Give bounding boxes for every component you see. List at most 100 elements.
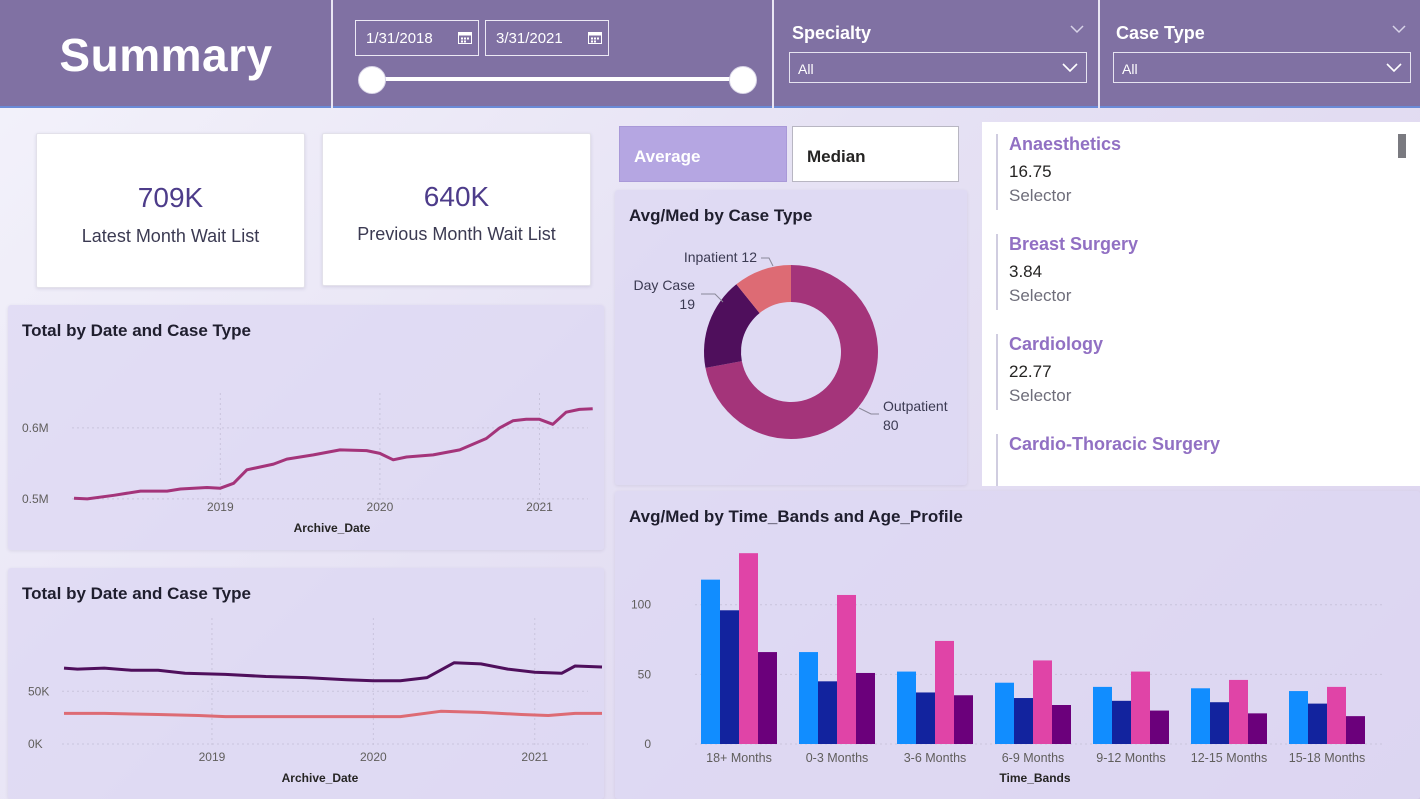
x-tick-label: 6-9 Months <box>1002 751 1065 765</box>
bar-2 <box>1210 702 1229 744</box>
bar-4 <box>1248 713 1267 744</box>
start-date-input[interactable]: 1/31/2018 <box>355 20 479 56</box>
x-tick-label: 2020 <box>367 500 394 514</box>
y-tick-label: 50K <box>28 684 49 698</box>
y-tick-label: 0.5M <box>22 492 49 506</box>
kpi-card-latest: 709K Latest Month Wait List <box>36 133 305 288</box>
donut-value-day-case: 19 <box>679 296 695 312</box>
x-tick-label: 12-15 Months <box>1191 751 1267 765</box>
y-tick-label: 0 <box>644 737 651 751</box>
x-tick-label: 3-6 Months <box>904 751 967 765</box>
chevron-down-icon[interactable] <box>1392 24 1406 34</box>
list-scrollbar[interactable] <box>1398 134 1406 158</box>
x-tick-label: 2021 <box>521 750 548 764</box>
donut-value-outpatient: 80 <box>883 417 899 433</box>
chevron-down-icon <box>1386 63 1402 73</box>
bar-3 <box>739 553 758 744</box>
bar-1 <box>1093 686 1112 744</box>
leader-line <box>858 407 879 415</box>
bar-2 <box>818 681 837 744</box>
specialty-value: 16.75 <box>1009 162 1052 181</box>
specialty-subtitle: Selector <box>1009 386 1072 405</box>
end-date-input[interactable]: 3/31/2021 <box>485 20 609 56</box>
chevron-down-icon[interactable] <box>1070 24 1084 34</box>
specialty-value <box>1009 462 1376 486</box>
bar-1 <box>995 682 1014 744</box>
bar-1 <box>799 652 818 744</box>
bar-4 <box>1150 710 1169 744</box>
y-tick-label: 100 <box>631 598 651 612</box>
slider-end-handle[interactable] <box>729 66 757 94</box>
specialty-filter-label: Specialty <box>792 23 872 43</box>
chevron-down-icon <box>1062 63 1078 73</box>
series-line-1 <box>63 661 603 683</box>
x-tick-label: 2020 <box>360 750 387 764</box>
bar-3 <box>1033 660 1052 744</box>
date-range-slider[interactable] <box>371 77 743 81</box>
kpi-card-previous: 640K Previous Month Wait List <box>322 133 591 286</box>
list-item[interactable]: Anaesthetics 16.75 Selector <box>996 134 1376 210</box>
series-line-1 <box>73 407 593 501</box>
x-tick-label: 15-18 Months <box>1289 751 1365 765</box>
list-item[interactable]: Breast Surgery 3.84 Selector <box>996 234 1376 310</box>
calendar-icon[interactable] <box>588 31 602 44</box>
bar-2 <box>1308 703 1327 744</box>
bar-4 <box>856 672 875 744</box>
header-divider <box>1098 0 1100 108</box>
bar-2 <box>720 610 739 744</box>
specialty-dropdown[interactable]: All <box>789 52 1087 83</box>
list-item[interactable]: Cardio-Thoracic Surgery <box>996 434 1376 486</box>
x-tick-label: 0-3 Months <box>806 751 869 765</box>
bar-1 <box>897 671 916 744</box>
bar-4 <box>758 652 777 744</box>
bar-4 <box>1052 705 1071 744</box>
bar-2 <box>916 692 935 744</box>
donut-chart[interactable]: Outpatient 80 Day Case 19 Inpatient 12 <box>615 190 967 485</box>
line-chart-total[interactable]: 2019 2020 2021 0.5M 0.6M Archive_Date <box>8 305 604 550</box>
bar-chart[interactable]: 0 50 100 18+ Months 0-3 Months 3-6 Months 6-9 … <box>615 491 1420 799</box>
kpi-value: 709K <box>137 182 204 213</box>
kpi-label: Latest Month Wait List <box>81 226 260 246</box>
calendar-icon[interactable] <box>458 31 472 44</box>
case-type-filter-label: Case Type <box>1116 23 1205 43</box>
bar-3 <box>837 594 856 744</box>
header-divider <box>331 0 333 108</box>
median-toggle-button[interactable]: Median <box>792 126 959 182</box>
x-tick-label: 18+ Months <box>706 751 772 765</box>
bar-1 <box>701 579 720 744</box>
x-tick-label: 9-12 Months <box>1096 751 1165 765</box>
x-axis-label: Archive_Date <box>294 521 371 535</box>
line-chart-case-type[interactable]: 2019 2020 2021 0K 50K Archive_Date <box>8 568 604 799</box>
line-chart-panel-total: Total by Date and Case Type 2019 2020 2021… <box>8 305 604 550</box>
kpi-value: 640K <box>423 181 490 212</box>
y-tick-label: 50 <box>638 667 652 681</box>
bar-4 <box>954 695 973 744</box>
specialty-name: Breast Surgery <box>1009 234 1139 254</box>
x-axis-label: Time_Bands <box>999 771 1070 785</box>
average-toggle-button[interactable]: Average <box>619 126 787 182</box>
x-axis-label: Archive_Date <box>282 771 359 785</box>
y-tick-label: 0.6M <box>22 421 49 435</box>
list-item[interactable]: Cardiology 22.77 Selector <box>996 334 1376 410</box>
bar-chart-panel: Avg/Med by Time_Bands and Age_Profile 05… <box>615 491 1420 799</box>
x-tick-label: 2021 <box>526 500 553 514</box>
start-date-value: 1/31/2018 <box>366 30 433 47</box>
specialty-value: 22.77 <box>1009 362 1052 381</box>
bar-2 <box>1112 700 1131 744</box>
x-tick-label: 2019 <box>207 500 234 514</box>
case-type-dropdown[interactable]: All <box>1113 52 1411 83</box>
y-tick-label: 0K <box>28 737 43 751</box>
bar-3 <box>1229 679 1248 744</box>
donut-label-day-case: Day Case <box>634 277 696 293</box>
kpi-label: Previous Month Wait List <box>357 224 556 244</box>
slider-start-handle[interactable] <box>358 66 386 94</box>
donut-label-outpatient: Outpatient <box>883 398 948 414</box>
specialty-value-list: Anaesthetics 16.75 Selector Breast Surge… <box>982 122 1420 486</box>
header-divider <box>772 0 774 108</box>
bar-4 <box>1346 716 1365 744</box>
specialty-value: 3.84 <box>1009 262 1043 281</box>
line-chart-panel-case-type: Total by Date and Case Type 2019 2020 2021… <box>8 568 604 799</box>
bar-3 <box>1131 671 1150 744</box>
x-tick-label: 2019 <box>199 750 226 764</box>
end-date-value: 3/31/2021 <box>496 30 563 47</box>
